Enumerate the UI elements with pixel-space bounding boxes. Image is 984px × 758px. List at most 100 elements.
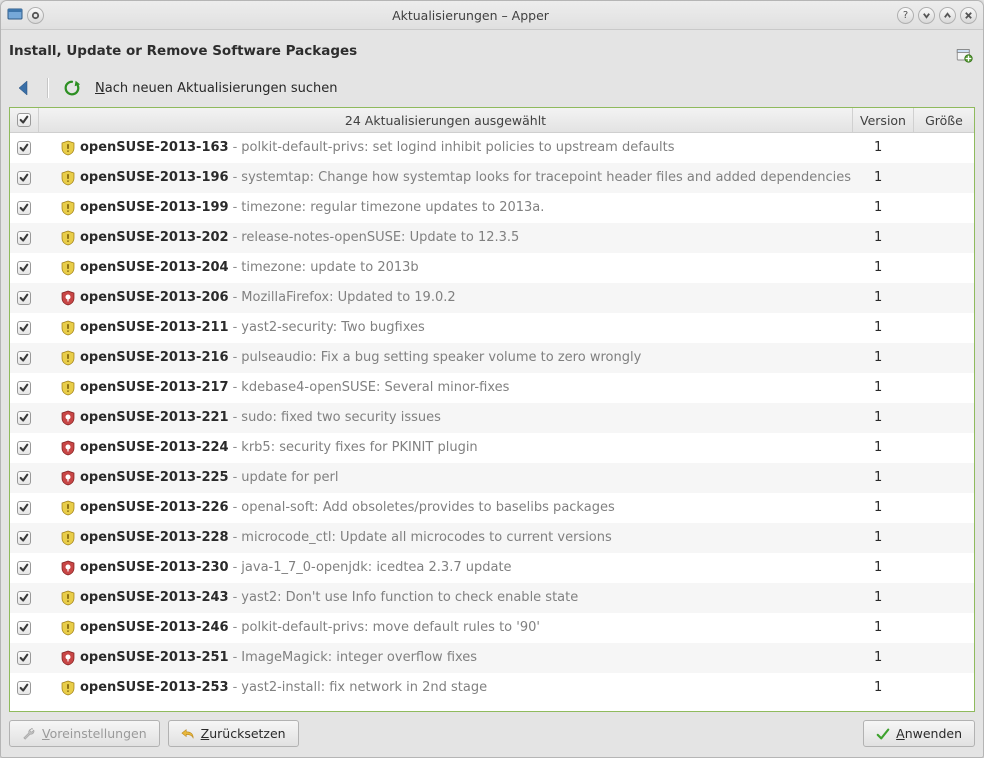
row-name-cell: openSUSE-2013-216 - pulseaudio: Fix a bu…	[80, 350, 870, 365]
update-id: openSUSE-2013-251	[80, 650, 229, 665]
table-row[interactable]: openSUSE-2013-226 - openal-soft: Add obs…	[10, 493, 974, 523]
table-row[interactable]: openSUSE-2013-243 - yast2: Don't use Inf…	[10, 583, 974, 613]
update-id: openSUSE-2013-196	[80, 170, 229, 185]
row-checkbox[interactable]	[17, 201, 31, 215]
install-local-package-button[interactable]	[953, 43, 975, 65]
apply-button[interactable]: Anwenden	[863, 720, 975, 747]
update-description: update for perl	[241, 470, 338, 485]
page-title: Install, Update or Remove Software Packa…	[9, 43, 357, 59]
update-description: krb5: security fixes for PKINIT plugin	[241, 440, 477, 455]
row-checkbox[interactable]	[17, 621, 31, 635]
update-id: openSUSE-2013-224	[80, 440, 229, 455]
row-checkbox[interactable]	[17, 171, 31, 185]
row-severity-icon	[38, 620, 80, 636]
update-id: openSUSE-2013-253	[80, 680, 229, 695]
table-row[interactable]: openSUSE-2013-211 - yast2-security: Two …	[10, 313, 974, 343]
row-checkbox[interactable]	[17, 531, 31, 545]
update-id: openSUSE-2013-243	[80, 590, 229, 605]
update-description: microcode_ctl: Update all microcodes to …	[241, 530, 611, 545]
help-button[interactable]: ?	[897, 7, 914, 24]
row-version: 1	[870, 620, 922, 635]
table-row[interactable]: openSUSE-2013-216 - pulseaudio: Fix a bu…	[10, 343, 974, 373]
select-all-checkbox[interactable]	[17, 113, 31, 127]
window-title: Aktualisierungen – Apper	[44, 8, 897, 23]
row-severity-icon	[38, 590, 80, 606]
update-description: pulseaudio: Fix a bug setting speaker vo…	[241, 350, 641, 365]
row-version: 1	[870, 320, 922, 335]
row-checkbox[interactable]	[17, 321, 31, 335]
table-row[interactable]: openSUSE-2013-253 - yast2-install: fix n…	[10, 673, 974, 703]
table-row[interactable]: openSUSE-2013-246 - polkit-default-privs…	[10, 613, 974, 643]
table-row[interactable]: openSUSE-2013-225 - update for perl1	[10, 463, 974, 493]
refresh-icon[interactable]	[59, 77, 85, 99]
reset-button[interactable]: Zurücksetzen	[168, 720, 299, 747]
update-id: openSUSE-2013-225	[80, 470, 229, 485]
row-checkbox[interactable]	[17, 471, 31, 485]
row-checkbox[interactable]	[17, 231, 31, 245]
update-id: openSUSE-2013-202	[80, 230, 229, 245]
row-version: 1	[870, 260, 922, 275]
row-severity-icon	[38, 350, 80, 366]
row-name-cell: openSUSE-2013-221 - sudo: fixed two secu…	[80, 410, 870, 425]
row-checkbox-cell	[10, 591, 38, 605]
table-row[interactable]: openSUSE-2013-206 - MozillaFirefox: Upda…	[10, 283, 974, 313]
table-row[interactable]: openSUSE-2013-221 - sudo: fixed two secu…	[10, 403, 974, 433]
row-checkbox[interactable]	[17, 381, 31, 395]
row-version: 1	[870, 200, 922, 215]
row-checkbox[interactable]	[17, 291, 31, 305]
back-button[interactable]	[11, 77, 37, 99]
table-row[interactable]: openSUSE-2013-204 - timezone: update to …	[10, 253, 974, 283]
row-name-cell: openSUSE-2013-204 - timezone: update to …	[80, 260, 870, 275]
row-severity-icon	[38, 260, 80, 276]
table-row[interactable]: openSUSE-2013-199 - timezone: regular ti…	[10, 193, 974, 223]
row-checkbox-cell	[10, 201, 38, 215]
row-version: 1	[870, 440, 922, 455]
row-checkbox[interactable]	[17, 651, 31, 665]
table-row[interactable]: openSUSE-2013-217 - kdebase4-openSUSE: S…	[10, 373, 974, 403]
row-checkbox[interactable]	[17, 501, 31, 515]
minimize-button[interactable]	[918, 7, 935, 24]
row-checkbox[interactable]	[17, 591, 31, 605]
row-name-cell: openSUSE-2013-226 - openal-soft: Add obs…	[80, 500, 870, 515]
update-id: openSUSE-2013-204	[80, 260, 229, 275]
header-version[interactable]: Version	[853, 108, 914, 132]
list-header: 24 Aktualisierungen ausgewählt Version G…	[10, 108, 974, 133]
row-checkbox[interactable]	[17, 261, 31, 275]
table-row[interactable]: openSUSE-2013-224 - krb5: security fixes…	[10, 433, 974, 463]
row-checkbox-cell	[10, 321, 38, 335]
row-version: 1	[870, 230, 922, 245]
row-checkbox-cell	[10, 561, 38, 575]
row-checkbox[interactable]	[17, 411, 31, 425]
update-id: openSUSE-2013-206	[80, 290, 229, 305]
header-select-all[interactable]	[10, 108, 39, 132]
header-selected-count[interactable]: 24 Aktualisierungen ausgewählt	[39, 108, 853, 132]
row-checkbox-cell	[10, 621, 38, 635]
table-row[interactable]: openSUSE-2013-251 - ImageMagick: integer…	[10, 643, 974, 673]
refresh-label[interactable]: Nach neuen Aktualisierungen suchen	[95, 81, 337, 96]
row-checkbox[interactable]	[17, 141, 31, 155]
client-area: Install, Update or Remove Software Packa…	[1, 30, 983, 757]
table-row[interactable]: openSUSE-2013-228 - microcode_ctl: Updat…	[10, 523, 974, 553]
row-checkbox[interactable]	[17, 561, 31, 575]
header-size[interactable]: Größe	[914, 108, 974, 132]
row-version: 1	[870, 680, 922, 695]
keep-above-button[interactable]	[27, 7, 44, 24]
table-row[interactable]: openSUSE-2013-230 - java-1_7_0-openjdk: …	[10, 553, 974, 583]
row-severity-icon	[38, 230, 80, 246]
row-checkbox[interactable]	[17, 681, 31, 695]
maximize-button[interactable]	[939, 7, 956, 24]
table-row[interactable]: openSUSE-2013-163 - polkit-default-privs…	[10, 133, 974, 163]
table-row[interactable]: openSUSE-2013-202 - release-notes-openSU…	[10, 223, 974, 253]
close-button[interactable]	[960, 7, 977, 24]
row-severity-icon	[38, 560, 80, 576]
row-checkbox[interactable]	[17, 351, 31, 365]
row-checkbox-cell	[10, 291, 38, 305]
update-description: systemtap: Change how systemtap looks fo…	[241, 170, 851, 185]
row-checkbox[interactable]	[17, 441, 31, 455]
table-row[interactable]: openSUSE-2013-196 - systemtap: Change ho…	[10, 163, 974, 193]
row-name-cell: openSUSE-2013-217 - kdebase4-openSUSE: S…	[80, 380, 870, 395]
separator	[47, 78, 49, 98]
settings-button[interactable]: Voreinstellungen	[9, 720, 160, 747]
update-id: openSUSE-2013-211	[80, 320, 229, 335]
row-severity-icon	[38, 500, 80, 516]
